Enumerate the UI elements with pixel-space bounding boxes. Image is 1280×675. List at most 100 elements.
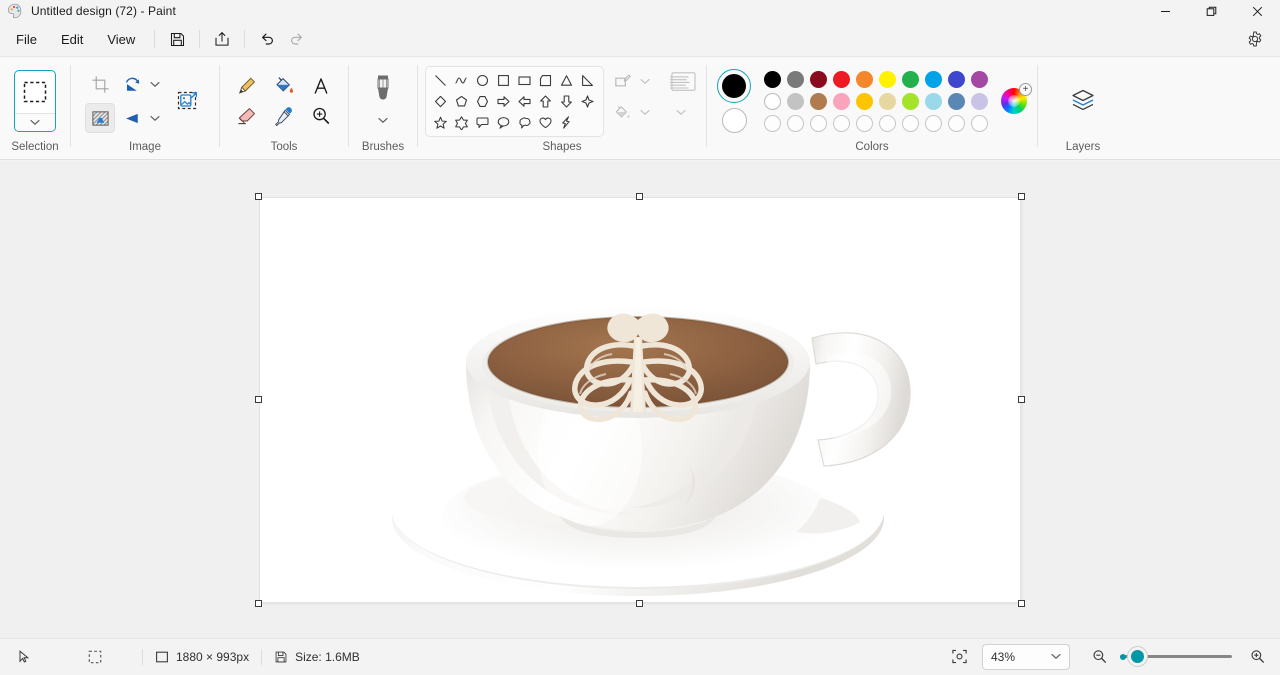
up-arrow-shape[interactable] — [536, 91, 556, 112]
selection-handle-s[interactable] — [636, 600, 643, 607]
color-swatch-empty-2-7[interactable] — [925, 115, 942, 132]
selection-handle-se[interactable] — [1018, 600, 1025, 607]
color-swatch-00a2e8[interactable] — [925, 71, 942, 88]
curve-shape[interactable] — [452, 70, 472, 91]
eraser-icon[interactable] — [229, 101, 266, 131]
six-point-star-shape[interactable] — [452, 112, 472, 133]
primary-color-swatch[interactable] — [717, 69, 751, 103]
canvas-area[interactable] — [0, 161, 1280, 638]
selection-handle-e[interactable] — [1018, 396, 1025, 403]
color-swatch-empty-2-3[interactable] — [833, 115, 850, 132]
color-swatch-empty-2-1[interactable] — [787, 115, 804, 132]
secondary-color-swatch[interactable] — [722, 108, 747, 133]
color-swatch-f9a3bd[interactable] — [833, 93, 850, 110]
color-swatch-e6d8a0[interactable] — [879, 93, 896, 110]
menu-file[interactable]: File — [5, 26, 48, 53]
text-a-icon[interactable] — [303, 71, 340, 101]
minimize-icon[interactable] — [1142, 0, 1188, 22]
flip-icon[interactable] — [117, 103, 147, 133]
right-arrow-shape[interactable] — [494, 91, 514, 112]
menu-view[interactable]: View — [96, 26, 146, 53]
color-swatch-5b87b5[interactable] — [948, 93, 965, 110]
restore-icon[interactable] — [1188, 0, 1234, 22]
selection-dropdown[interactable] — [15, 113, 55, 131]
diamond-shape[interactable] — [431, 91, 451, 112]
zoom-level-select[interactable]: 43% — [982, 644, 1070, 670]
save-icon[interactable] — [162, 25, 192, 53]
cloud-callout-shape[interactable] — [515, 112, 535, 133]
triangle-shape[interactable] — [557, 70, 577, 91]
edit-colors-plus-icon[interactable]: + — [1019, 83, 1032, 96]
down-arrow-shape[interactable] — [557, 91, 577, 112]
color-swatch-b07b4f[interactable] — [810, 93, 827, 110]
line-shape[interactable] — [431, 70, 451, 91]
color-wheel-icon[interactable]: + — [1001, 88, 1027, 114]
image-canvas[interactable] — [260, 198, 1020, 602]
four-point-star-shape[interactable] — [578, 91, 598, 112]
rotate-dropdown-chevron-down-icon[interactable] — [147, 69, 163, 99]
rectangle-shape[interactable] — [515, 70, 535, 91]
close-icon[interactable] — [1234, 0, 1280, 22]
zoom-slider-thumb[interactable] — [1128, 647, 1147, 666]
color-swatch-a3e32a[interactable] — [902, 93, 919, 110]
layers-icon[interactable] — [1061, 76, 1105, 126]
brushes-button[interactable] — [363, 73, 403, 129]
zoom-in-icon[interactable] — [1242, 644, 1272, 670]
square-shape[interactable] — [494, 70, 514, 91]
right-triangle-shape[interactable] — [578, 70, 598, 91]
color-swatch-22b14c[interactable] — [902, 71, 919, 88]
brushes-dropdown-chevron-down-icon[interactable] — [378, 111, 388, 129]
color-swatch-7a7a7a[interactable] — [787, 71, 804, 88]
color-swatch-empty-2-6[interactable] — [902, 115, 919, 132]
selection-handle-w[interactable] — [255, 396, 262, 403]
color-swatch-99d9ea[interactable] — [925, 93, 942, 110]
paint-bucket-icon[interactable] — [266, 71, 303, 101]
color-swatch-fdc500[interactable] — [856, 93, 873, 110]
magnifier-icon[interactable] — [303, 101, 340, 131]
five-point-star-shape[interactable] — [431, 112, 451, 133]
undo-icon[interactable] — [252, 25, 282, 53]
pencil-icon[interactable] — [229, 71, 266, 101]
color-swatch-8a0b1e[interactable] — [810, 71, 827, 88]
color-swatch-a349a4[interactable] — [971, 71, 988, 88]
color-swatch-ed1c24[interactable] — [833, 71, 850, 88]
rectangular-selection-icon[interactable] — [14, 70, 56, 132]
color-swatch-000000[interactable] — [764, 71, 781, 88]
resize-image-icon[interactable] — [171, 84, 205, 118]
selection-handle-sw[interactable] — [255, 600, 262, 607]
selection-handle-nw[interactable] — [255, 193, 262, 200]
color-swatch-ffffff[interactable] — [764, 93, 781, 110]
zoom-slider[interactable] — [1120, 655, 1232, 658]
gear-icon[interactable] — [1240, 25, 1270, 53]
eyedropper-icon[interactable] — [266, 101, 303, 131]
selection-handle-ne[interactable] — [1018, 193, 1025, 200]
pentagon-shape[interactable] — [452, 91, 472, 112]
heart-shape[interactable] — [536, 112, 556, 133]
color-swatch-empty-2-0[interactable] — [764, 115, 781, 132]
selection-handle-n[interactable] — [636, 193, 643, 200]
color-swatch-empty-2-5[interactable] — [879, 115, 896, 132]
color-swatch-empty-2-8[interactable] — [948, 115, 965, 132]
rounded-rect-shape[interactable] — [536, 70, 556, 91]
rounded-callout-shape[interactable] — [473, 112, 493, 133]
menu-edit[interactable]: Edit — [50, 26, 94, 53]
rotate-icon[interactable] — [117, 69, 147, 99]
oval-callout-shape[interactable] — [494, 112, 514, 133]
color-swatch-3f48cc[interactable] — [948, 71, 965, 88]
color-swatch-empty-2-9[interactable] — [971, 115, 988, 132]
hexagon-shape[interactable] — [473, 91, 493, 112]
color-swatch-empty-2-2[interactable] — [810, 115, 827, 132]
oval-shape[interactable] — [473, 70, 493, 91]
flip-dropdown-chevron-down-icon[interactable] — [147, 103, 163, 133]
left-arrow-shape[interactable] — [515, 91, 535, 112]
lightning-shape[interactable] — [557, 112, 577, 133]
transparent-selection-icon[interactable] — [85, 103, 115, 133]
color-swatch-c3c3c3[interactable] — [787, 93, 804, 110]
color-swatch-cac3e8[interactable] — [971, 93, 988, 110]
color-swatch-f4862c[interactable] — [856, 71, 873, 88]
zoom-out-icon[interactable] — [1084, 644, 1114, 670]
fit-to-window-icon[interactable] — [944, 644, 974, 670]
color-swatch-empty-2-4[interactable] — [856, 115, 873, 132]
color-swatch-fff200[interactable] — [879, 71, 896, 88]
share-icon[interactable] — [207, 25, 237, 53]
